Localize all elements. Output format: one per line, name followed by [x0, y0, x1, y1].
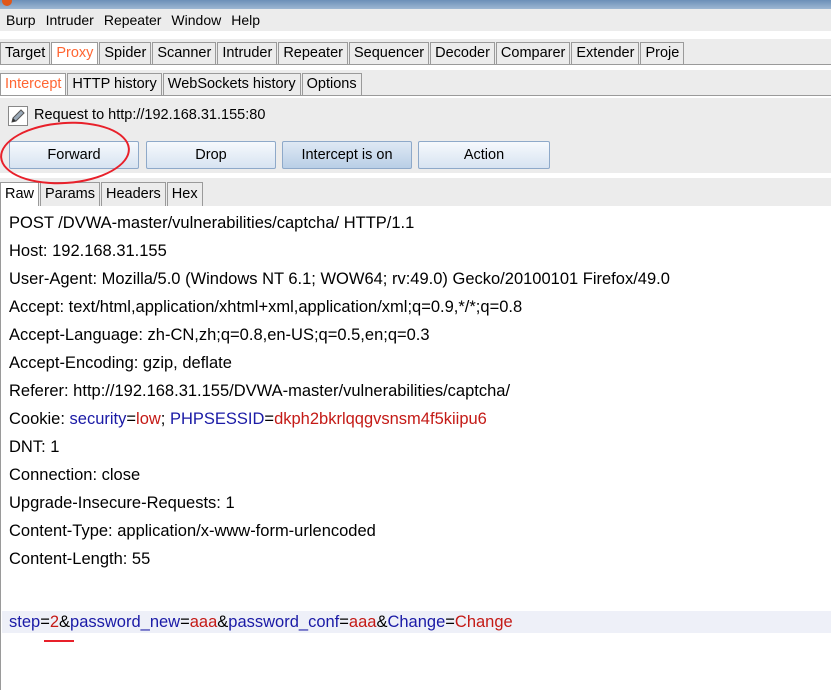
message-view-tabs: Raw Params Headers Hex — [0, 178, 831, 207]
param-key: password_new — [70, 613, 181, 631]
tab-sequencer[interactable]: Sequencer — [348, 42, 430, 64]
cookie-value: low — [136, 410, 161, 428]
cookie-value: dkph2bkrlqqgvsnsm4f5kiipu6 — [274, 410, 487, 428]
cookie-eq: = — [126, 410, 137, 428]
cookie-prefix: Cookie: — [9, 410, 70, 428]
header-content-length: Content-Length: 55 — [9, 550, 151, 568]
param-eq: = — [40, 613, 50, 631]
request-target-label: Request to http://192.168.31.155:80 — [34, 107, 266, 123]
request-body: step=2&password_new=aaa&password_conf=aa… — [2, 611, 831, 633]
header-host: Host: 192.168.31.155 — [9, 242, 167, 260]
menu-help[interactable]: Help — [227, 10, 264, 30]
firefox-icon — [2, 0, 12, 6]
tab-scanner[interactable]: Scanner — [152, 42, 217, 64]
param-key: step — [9, 613, 41, 631]
window-title-strip — [0, 0, 831, 9]
cookie-eq: = — [264, 410, 275, 428]
param-key: Change — [387, 613, 446, 631]
param-value: 2 — [49, 613, 60, 631]
cookie-separator: ; — [160, 410, 170, 428]
menu-repeater[interactable]: Repeater — [100, 10, 166, 30]
tab-extender[interactable]: Extender — [571, 42, 640, 64]
tab-http-history[interactable]: HTTP history — [67, 73, 162, 95]
header-user-agent: User-Agent: Mozilla/5.0 (Windows NT 6.1;… — [9, 270, 670, 288]
cookie-key: PHPSESSID — [169, 410, 265, 428]
raw-request-editor[interactable]: POST /DVWA-master/vulnerabilities/captch… — [0, 206, 831, 690]
tab-intruder[interactable]: Intruder — [217, 42, 278, 64]
header-connection: Connection: close — [9, 466, 141, 484]
tab-target[interactable]: Target — [0, 42, 51, 64]
request-line: POST /DVWA-master/vulnerabilities/captch… — [9, 214, 415, 232]
main-tabs: Target Proxy Spider Scanner Intruder Rep… — [0, 39, 831, 65]
tab-raw[interactable]: Raw — [0, 182, 40, 206]
header-dnt: DNT: 1 — [9, 438, 60, 456]
param-value: aaa — [189, 613, 218, 631]
param-eq: = — [339, 613, 349, 631]
param-value: aaa — [348, 613, 377, 631]
tab-comparer[interactable]: Comparer — [495, 42, 571, 64]
tab-options[interactable]: Options — [301, 73, 362, 95]
drop-button[interactable]: Drop — [146, 141, 276, 169]
tab-proxy[interactable]: Proxy — [51, 42, 99, 64]
pencil-icon — [8, 106, 28, 126]
tab-intercept[interactable]: Intercept — [0, 73, 67, 95]
menu-intruder[interactable]: Intruder — [42, 10, 98, 30]
header-referer: Referer: http://192.168.31.155/DVWA-mast… — [9, 382, 511, 400]
menubar: Burp Intruder Repeater Window Help — [0, 9, 831, 31]
request-info-bar: Request to http://192.168.31.155:80 — [0, 98, 831, 143]
header-accept: Accept: text/html,application/xhtml+xml,… — [9, 298, 523, 316]
tab-headers[interactable]: Headers — [100, 182, 166, 206]
tab-spider[interactable]: Spider — [99, 42, 152, 64]
param-amp: & — [59, 613, 71, 631]
menu-window[interactable]: Window — [167, 10, 225, 30]
header-accept-language: Accept-Language: zh-CN,zh;q=0.8,en-US;q=… — [9, 326, 430, 344]
proxy-subtabs: Intercept HTTP history WebSockets histor… — [0, 70, 831, 96]
red-underline-annotation — [44, 640, 74, 642]
cookie-key: security — [69, 410, 127, 428]
tab-repeater[interactable]: Repeater — [278, 42, 348, 64]
param-value: Change — [454, 613, 513, 631]
tab-project[interactable]: Proje — [640, 42, 685, 64]
action-button[interactable]: Action — [418, 141, 550, 169]
tab-decoder[interactable]: Decoder — [430, 42, 495, 64]
param-eq: = — [445, 613, 455, 631]
menu-burp[interactable]: Burp — [2, 10, 40, 30]
intercept-toggle-button[interactable]: Intercept is on — [282, 141, 412, 169]
param-amp: & — [217, 613, 229, 631]
header-content-type: Content-Type: application/x-www-form-url… — [9, 522, 376, 540]
tab-hex[interactable]: Hex — [166, 182, 203, 206]
tab-websockets-history[interactable]: WebSockets history — [162, 73, 301, 95]
header-accept-encoding: Accept-Encoding: gzip, deflate — [9, 354, 232, 372]
tab-params[interactable]: Params — [40, 182, 100, 206]
param-eq: = — [180, 613, 190, 631]
header-cookie: Cookie: security=low; PHPSESSID=dkph2bkr… — [9, 408, 487, 430]
param-amp: & — [376, 613, 388, 631]
header-upgrade-insecure: Upgrade-Insecure-Requests: 1 — [9, 494, 235, 512]
param-key: password_conf — [228, 613, 340, 631]
